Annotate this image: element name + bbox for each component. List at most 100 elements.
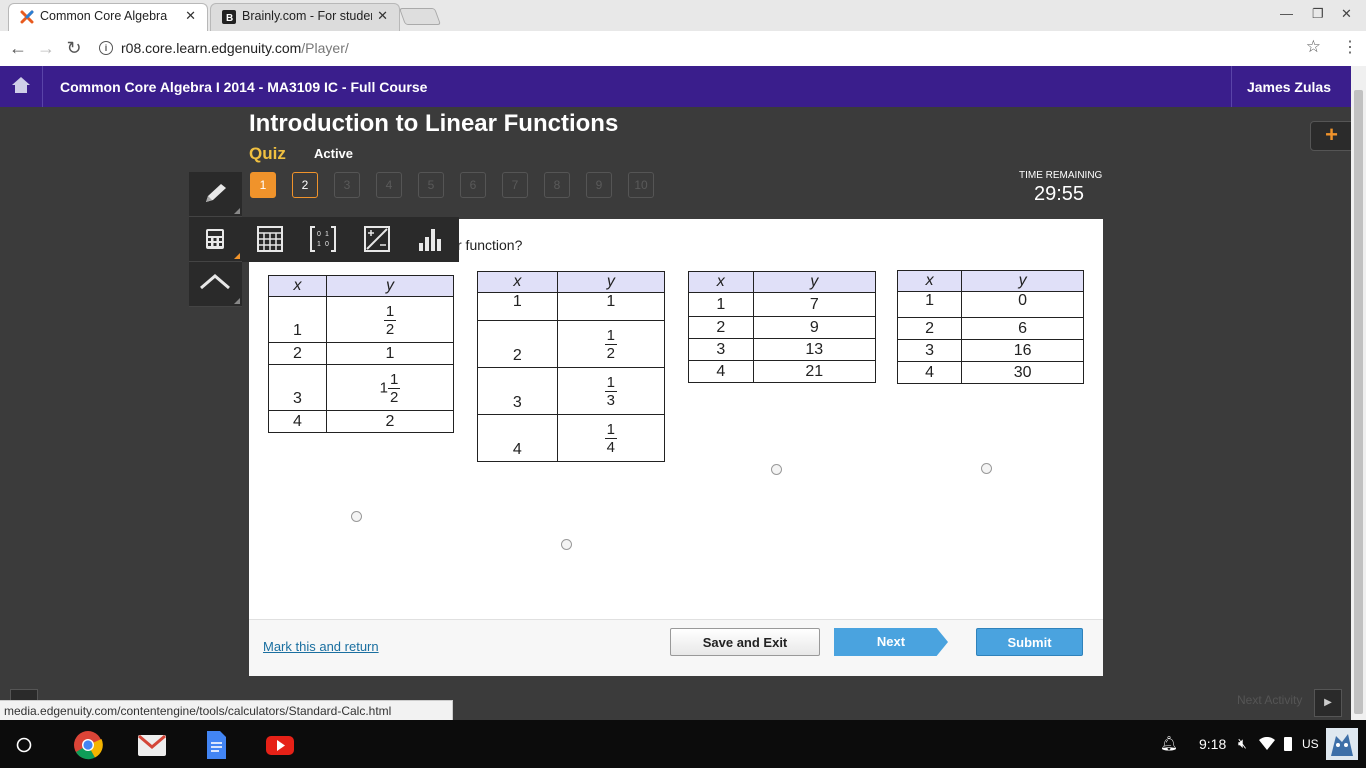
browser-menu-icon[interactable]: ⋮ bbox=[1342, 37, 1358, 57]
table-header-y: y bbox=[326, 275, 454, 297]
answer-radio-a[interactable] bbox=[351, 511, 362, 522]
url-host: r08.core.learn.edgenuity.com bbox=[121, 40, 302, 56]
save-and-exit-button[interactable]: Save and Exit bbox=[670, 628, 820, 656]
question-nav-10[interactable]: 10 bbox=[628, 172, 654, 198]
answer-radio-d[interactable] bbox=[981, 463, 992, 474]
close-tab-icon[interactable]: ✕ bbox=[185, 8, 196, 24]
table-cell: 1 bbox=[556, 292, 666, 321]
table-cell: 6 bbox=[961, 317, 1084, 340]
table-header-x: x bbox=[688, 271, 754, 293]
table-cell: 14 bbox=[556, 414, 666, 462]
minimize-icon[interactable]: — bbox=[1280, 6, 1293, 21]
notification-bell-icon[interactable]: 🔔︎ bbox=[1160, 735, 1178, 752]
address-bar[interactable]: i r08.core.learn.edgenuity.com/Player/ ☆ bbox=[93, 34, 1333, 62]
table-cell: 1 bbox=[477, 292, 558, 321]
question-nav-2[interactable]: 2 bbox=[292, 172, 318, 198]
question-nav-7[interactable]: 7 bbox=[502, 172, 528, 198]
standard-calculator-icon[interactable] bbox=[256, 225, 284, 253]
close-tab-icon[interactable]: ✕ bbox=[377, 8, 388, 24]
battery-icon[interactable] bbox=[1284, 737, 1292, 751]
home-button[interactable] bbox=[0, 66, 43, 107]
next-button[interactable]: Next bbox=[834, 628, 948, 656]
answer-radio-c[interactable] bbox=[771, 464, 782, 475]
scrollbar-thumb[interactable] bbox=[1354, 90, 1363, 714]
plus-menu-button[interactable]: + bbox=[1310, 121, 1353, 151]
question-nav-4[interactable]: 4 bbox=[376, 172, 402, 198]
table-cell: 4 bbox=[688, 360, 754, 383]
system-clock[interactable]: 9:18 bbox=[1199, 736, 1226, 752]
launcher-icon[interactable] bbox=[16, 737, 32, 753]
svg-text:1: 1 bbox=[325, 231, 329, 238]
svg-text:0: 0 bbox=[317, 231, 321, 238]
activity-type: Quiz bbox=[249, 144, 286, 163]
next-activity-label[interactable]: Next Activity bbox=[1237, 693, 1302, 707]
gmail-icon[interactable] bbox=[137, 730, 167, 760]
question-nav-8[interactable]: 8 bbox=[544, 172, 570, 198]
forward-icon[interactable]: → bbox=[35, 37, 57, 59]
question-nav-9[interactable]: 9 bbox=[586, 172, 612, 198]
url-path: /Player/ bbox=[301, 40, 349, 56]
table-cell: 3 bbox=[268, 364, 327, 411]
page-content: Common Core Algebra I 2014 - MA3109 IC -… bbox=[0, 66, 1353, 720]
activity-status: Active bbox=[314, 146, 354, 161]
tab-title: Common Core Algebra I bbox=[40, 9, 170, 23]
scientific-calculator-icon[interactable] bbox=[363, 225, 391, 253]
fraction-one-half: 12 bbox=[388, 370, 401, 406]
link-status-bubble: media.edgenuity.com/contentengine/tools/… bbox=[0, 700, 453, 720]
question-nav-6[interactable]: 6 bbox=[460, 172, 486, 198]
table-cell: 1 bbox=[688, 292, 754, 317]
mark-and-return-link[interactable]: Mark this and return bbox=[263, 639, 379, 654]
table-cell: 30 bbox=[961, 361, 1084, 384]
table-cell: 3 bbox=[688, 338, 754, 361]
table-cell: 112 bbox=[326, 364, 454, 411]
os-shelf: 🔔︎ 9:18 🔇︎ US bbox=[0, 720, 1366, 768]
mute-icon[interactable]: 🔇︎ bbox=[1238, 735, 1247, 752]
submit-button[interactable]: Submit bbox=[976, 628, 1083, 656]
browser-tab-brainly[interactable]: B Brainly.com - For students ✕ bbox=[210, 3, 400, 31]
course-title: Common Core Algebra I 2014 - MA3109 IC -… bbox=[60, 79, 428, 95]
table-cell: 2 bbox=[896, 317, 963, 340]
statistics-calculator-icon[interactable] bbox=[417, 225, 445, 253]
bookmark-star-icon[interactable]: ☆ bbox=[1306, 37, 1321, 57]
fraction-one-fourth: 14 bbox=[604, 421, 617, 456]
user-avatar-icon bbox=[1326, 728, 1358, 760]
table-header-y: y bbox=[752, 271, 877, 293]
table-header-x: x bbox=[896, 270, 963, 292]
question-panel: r function? xy 112 21 3112 42 xy 11 212 … bbox=[249, 219, 1103, 674]
table-cell: 1 bbox=[326, 342, 454, 365]
table-header-x: x bbox=[477, 271, 558, 293]
back-icon[interactable]: ← bbox=[7, 37, 29, 59]
formula-sheet-icon bbox=[200, 274, 230, 290]
avatar[interactable] bbox=[1326, 728, 1358, 760]
svg-text:B: B bbox=[226, 13, 233, 24]
reload-icon[interactable]: ↻ bbox=[63, 37, 85, 59]
pencil-tool-button[interactable] bbox=[189, 172, 242, 217]
docs-icon[interactable] bbox=[201, 730, 231, 760]
question-nav-5[interactable]: 5 bbox=[418, 172, 444, 198]
chrome-icon[interactable] bbox=[73, 730, 103, 760]
table-cell: 9 bbox=[752, 316, 877, 339]
input-language[interactable]: US bbox=[1302, 737, 1319, 751]
table-cell: 3 bbox=[477, 367, 558, 415]
youtube-icon[interactable] bbox=[265, 730, 295, 760]
answer-radio-b[interactable] bbox=[561, 539, 572, 550]
table-cell: 4 bbox=[477, 414, 558, 462]
answer-table-d: xy 10 26 3 16 4 30 bbox=[896, 270, 1084, 384]
matrix-calculator-icon[interactable]: 0 11 0 bbox=[309, 225, 337, 253]
wifi-icon[interactable] bbox=[1259, 737, 1275, 751]
reference-tool-button[interactable] bbox=[189, 262, 242, 307]
question-nav-1[interactable]: 1 bbox=[250, 172, 276, 198]
info-icon[interactable]: i bbox=[99, 41, 113, 55]
page-scrollbar[interactable] bbox=[1351, 66, 1366, 720]
fraction-one-half: 12 bbox=[383, 302, 397, 338]
maximize-icon[interactable]: ❐ bbox=[1312, 6, 1324, 22]
user-name[interactable]: James Zulas bbox=[1247, 79, 1331, 95]
answer-table-c: xy 17 29 3 13 4 21 bbox=[688, 271, 877, 383]
question-nav-3[interactable]: 3 bbox=[334, 172, 360, 198]
browser-tab-active[interactable]: Common Core Algebra I ✕ bbox=[8, 3, 208, 31]
home-icon bbox=[12, 77, 30, 93]
close-window-icon[interactable]: ✕ bbox=[1341, 6, 1352, 22]
calculator-tool-button[interactable] bbox=[189, 217, 242, 262]
next-activity-arrow-icon[interactable]: ▶ bbox=[1314, 689, 1342, 717]
new-tab-button[interactable] bbox=[398, 8, 442, 25]
